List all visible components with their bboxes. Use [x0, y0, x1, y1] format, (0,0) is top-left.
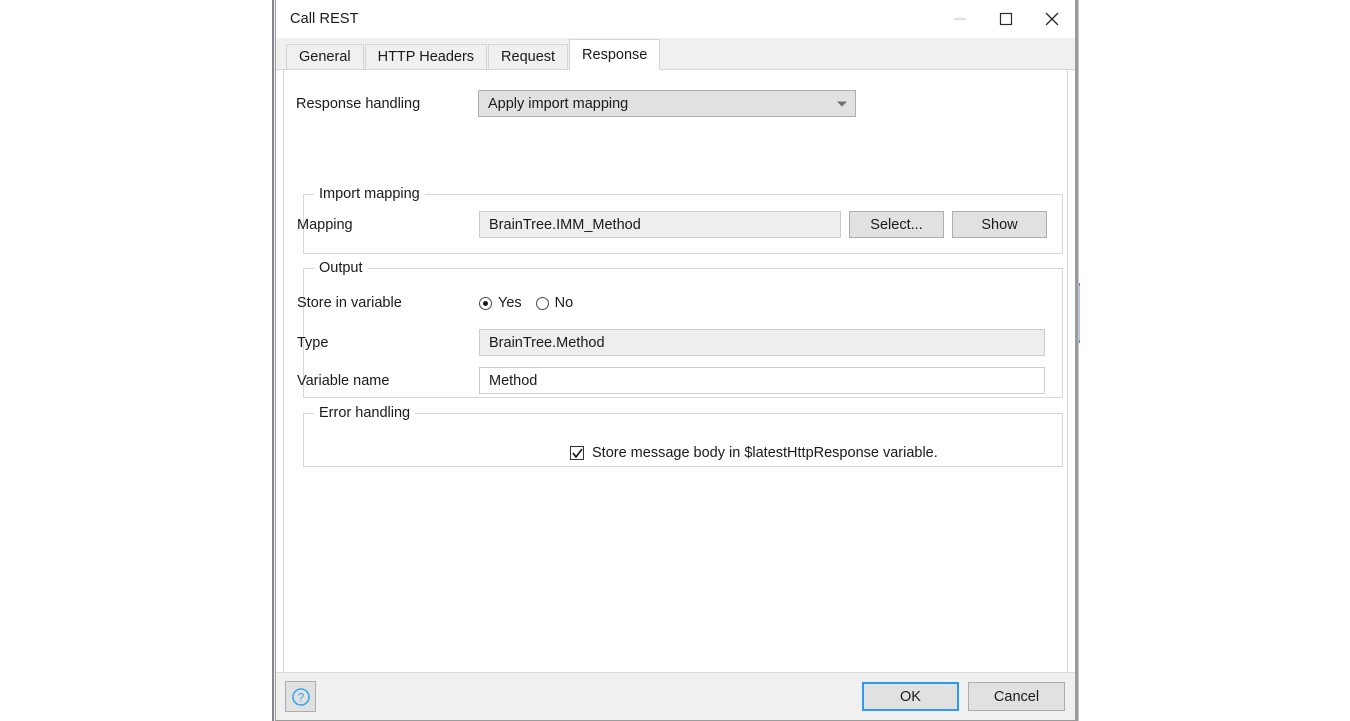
mapping-select-button[interactable]: Select...: [849, 211, 944, 238]
mapping-input[interactable]: BrainTree.IMM_Method: [479, 211, 841, 238]
import-mapping-group: Import mapping Mapping BrainTree.IMM_Met…: [297, 186, 1063, 254]
store-message-body-label: Store message body in $latestHttpRespons…: [592, 445, 938, 461]
tab-general[interactable]: General: [286, 44, 364, 69]
output-group: Output Store in variable Yes No Type Bra…: [297, 260, 1063, 398]
close-icon: [1045, 12, 1059, 26]
response-tab-panel: Response handling Apply import mapping I…: [283, 70, 1068, 672]
response-handling-value: Apply import mapping: [488, 95, 629, 112]
dialog-title: Call REST: [290, 11, 359, 27]
checkmark-icon: [572, 448, 583, 459]
tab-response[interactable]: Response: [569, 39, 661, 70]
chevron-down-icon: [837, 101, 847, 106]
store-in-variable-label: Store in variable: [297, 295, 402, 311]
mapping-label: Mapping: [297, 216, 353, 233]
mapping-show-button[interactable]: Show: [952, 211, 1047, 238]
radio-yes-label: Yes: [498, 295, 522, 311]
variable-name-label: Variable name: [297, 372, 390, 389]
store-in-variable-yes[interactable]: Yes: [479, 295, 522, 311]
minimize-icon: [954, 18, 966, 20]
output-group-title: Output: [314, 260, 368, 276]
window-controls: [937, 0, 1075, 38]
store-message-body-checkbox[interactable]: [570, 446, 584, 460]
store-in-variable-no[interactable]: No: [535, 295, 574, 311]
background-window-right-panel: [1076, 0, 1350, 721]
footer-action-buttons: OK Cancel: [862, 682, 1065, 711]
minimize-button[interactable]: [937, 0, 983, 38]
import-mapping-group-title: Import mapping: [314, 186, 425, 202]
tab-http-headers[interactable]: HTTP Headers: [364, 44, 488, 69]
maximize-icon: [999, 12, 1013, 26]
dialog-titlebar: Call REST: [276, 0, 1075, 38]
radio-no-label: No: [554, 295, 574, 311]
type-row: Type BrainTree.Method: [297, 329, 1057, 356]
variable-name-input[interactable]: Method: [479, 367, 1045, 394]
ok-button[interactable]: OK: [862, 682, 959, 711]
svg-text:?: ?: [297, 692, 303, 704]
radio-no-icon: [535, 296, 549, 310]
cancel-button[interactable]: Cancel: [968, 682, 1065, 711]
response-handling-label: Response handling: [296, 95, 421, 112]
type-input: BrainTree.Method: [479, 329, 1045, 356]
response-handling-row: Response handling Apply import mapping: [296, 90, 1056, 117]
help-icon: ?: [291, 687, 310, 706]
background-vertical-divider-inner: [1078, 0, 1079, 721]
help-button[interactable]: ?: [285, 681, 316, 712]
mapping-row: Mapping BrainTree.IMM_Method Select... S…: [297, 211, 1057, 238]
radio-yes-icon: [479, 296, 492, 310]
store-message-body-checkbox-row[interactable]: Store message body in $latestHttpRespons…: [570, 445, 938, 461]
screen: Call REST General HTTP Headers Request R…: [0, 0, 1350, 721]
maximize-button[interactable]: [983, 0, 1029, 38]
error-handling-group-title: Error handling: [314, 405, 416, 421]
dialog-tabstrip: General HTTP Headers Request Response: [276, 38, 1075, 70]
type-label: Type: [297, 334, 329, 351]
variable-name-row: Variable name Method: [297, 367, 1057, 394]
call-rest-dialog: Call REST General HTTP Headers Request R…: [275, 0, 1076, 721]
store-in-variable-row: Store in variable Yes No: [297, 295, 1057, 311]
response-handling-select[interactable]: Apply import mapping: [478, 90, 856, 117]
tab-request[interactable]: Request: [488, 44, 569, 69]
dialog-footer: ? OK Cancel: [276, 672, 1075, 720]
close-button[interactable]: [1029, 0, 1075, 38]
store-in-variable-radiogroup: Yes No: [479, 295, 573, 311]
